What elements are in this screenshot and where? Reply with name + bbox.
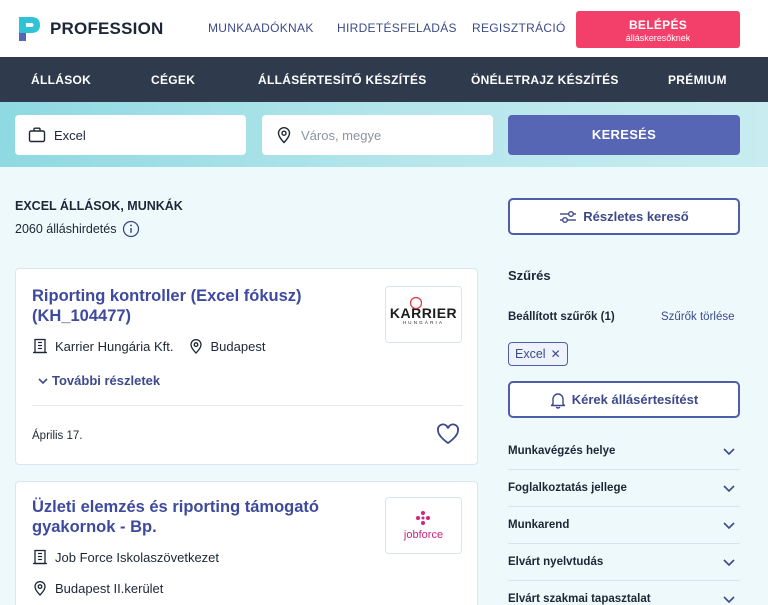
main-nav-job-alert[interactable]: ÁLLÁSÉRTESÍTŐ KÉSZÍTÉS [258,73,427,87]
location-pin-icon [277,127,291,144]
filter-section-work-location[interactable]: Munkavégzés helye [508,441,740,461]
results-count: 2060 álláshirdetés [15,220,140,238]
location-pin-icon [189,339,202,354]
filter-divider [508,506,740,507]
chevron-down-icon [723,596,735,604]
job-alert-button[interactable]: Kérek állásértesítést [508,381,740,418]
filter-section-label: Munkavégzés helye [508,445,616,457]
location-input[interactable]: Város, megye [262,115,493,155]
filter-section-language[interactable]: Elvárt nyelvtudás [508,552,740,572]
keyword-input[interactable]: Excel [15,115,246,155]
job-location: Budapest II.kerület [55,580,164,596]
building-icon [33,338,47,354]
location-pin-icon [34,581,46,596]
job-date: Április 17. [32,430,83,442]
nav-post-ad[interactable]: HIRDETÉSFELADÁS [337,21,457,35]
filter-divider [508,543,740,544]
main-nav-companies[interactable]: CÉGEK [151,73,195,87]
filter-section-schedule[interactable]: Munkarend [508,515,740,535]
nav-register[interactable]: REGISZTRÁCIÓ [472,21,566,35]
filter-section-label: Elvárt nyelvtudás [508,556,604,568]
karrier-logo: KARRIER HUNGÁRIA [390,296,457,325]
company-logo[interactable]: jobforce [385,497,462,554]
filter-section-employment-type[interactable]: Foglalkoztatás jellege [508,478,740,498]
top-header: PROFESSION MUNKAADÓKNAK HIRDETÉSFELADÁS … [0,0,768,57]
search-button[interactable]: KERESÉS [508,115,740,155]
clear-filters-link[interactable]: Szűrők törlése [661,311,735,323]
filter-section-label: Elvárt szakmai tapasztalat [508,593,651,605]
job-title[interactable]: Riporting kontroller (Excel fókusz) (KH_… [32,286,362,326]
filter-divider [508,469,740,470]
filter-chip-excel[interactable]: Excel ✕ [508,342,568,366]
profession-logo-icon [19,17,40,41]
filter-section-experience[interactable]: Elvárt szakmai tapasztalat [508,589,740,605]
login-label: BELÉPÉS [628,18,688,32]
filter-section-label: Munkarend [508,519,570,531]
main-nav-cv[interactable]: ÖNÉLETRAJZ KÉSZÍTÉS [471,73,619,87]
location-placeholder: Város, megye [301,127,382,143]
jobforce-logo-mark [416,511,431,525]
filter-divider [508,580,740,581]
more-details-link[interactable]: További részletek [37,373,160,388]
applied-filters-label: Beállított szűrők (1) [508,311,615,323]
job-meta: Karrier Hungária Kft. Budapest [32,338,265,354]
jobforce-logo: jobforce [404,510,443,541]
profession-logo[interactable]: PROFESSION [15,14,163,44]
building-icon [33,549,47,565]
filter-sliders-icon [560,210,577,223]
filter-section-label: Foglalkoztatás jellege [508,482,627,494]
chevron-down-icon [38,377,48,384]
job-company-meta: Job Force Iskolaszövetkezet [32,549,219,565]
search-band: Excel Város, megye KERESÉS [0,102,768,167]
results-count-text: 2060 álláshirdetés [15,222,117,236]
chevron-down-icon [723,559,735,567]
close-icon[interactable]: ✕ [551,347,561,361]
karrier-logo-mark [409,296,422,309]
jobforce-logo-text: jobforce [403,529,444,541]
results-title: EXCEL ÁLLÁSOK, MUNKÁK [15,199,183,213]
main-nav-jobs[interactable]: ÁLLÁSOK [31,73,91,87]
job-location-meta: Budapest II.kerület [32,580,163,596]
detailed-search-button[interactable]: Részletes kereső [508,198,740,235]
chevron-down-icon [723,522,735,530]
info-icon[interactable] [122,220,140,238]
briefcase-icon [28,127,46,143]
chevron-down-icon [723,485,735,493]
job-card[interactable]: Üzleti elemzés és riporting támogató gya… [15,481,478,605]
job-card[interactable]: Riporting kontroller (Excel fókusz) (KH_… [15,268,478,465]
filter-chip-label: Excel [515,347,546,361]
filters-heading: Szűrés [508,268,551,283]
main-nav-premium[interactable]: PRÉMIUM [668,73,727,87]
company-logo[interactable]: KARRIER HUNGÁRIA [385,286,462,343]
logo-text: PROFESSION [50,19,164,38]
keyword-value: Excel [54,127,86,143]
login-sublabel: álláskeresőknek [625,33,691,43]
job-title[interactable]: Üzleti elemzés és riporting támogató gya… [32,497,362,537]
main-nav: ÁLLÁSOK CÉGEK ÁLLÁSÉRTESÍTŐ KÉSZÍTÉS ÖNÉ… [0,57,768,102]
more-details-label: További részletek [52,373,161,388]
card-divider [32,405,463,406]
heart-icon[interactable] [436,423,460,445]
job-location: Budapest [210,338,266,354]
bell-icon [550,392,565,409]
login-button[interactable]: BELÉPÉS álláskeresőknek [576,11,740,48]
nav-employers[interactable]: MUNKAADÓKNAK [208,21,314,35]
detailed-search-label: Részletes kereső [583,209,689,224]
job-alert-label: Kérek állásértesítést [571,392,699,407]
company-name[interactable]: Karrier Hungária Kft. [55,339,174,354]
company-name[interactable]: Job Force Iskolaszövetkezet [55,550,219,565]
chevron-down-icon [723,448,735,456]
